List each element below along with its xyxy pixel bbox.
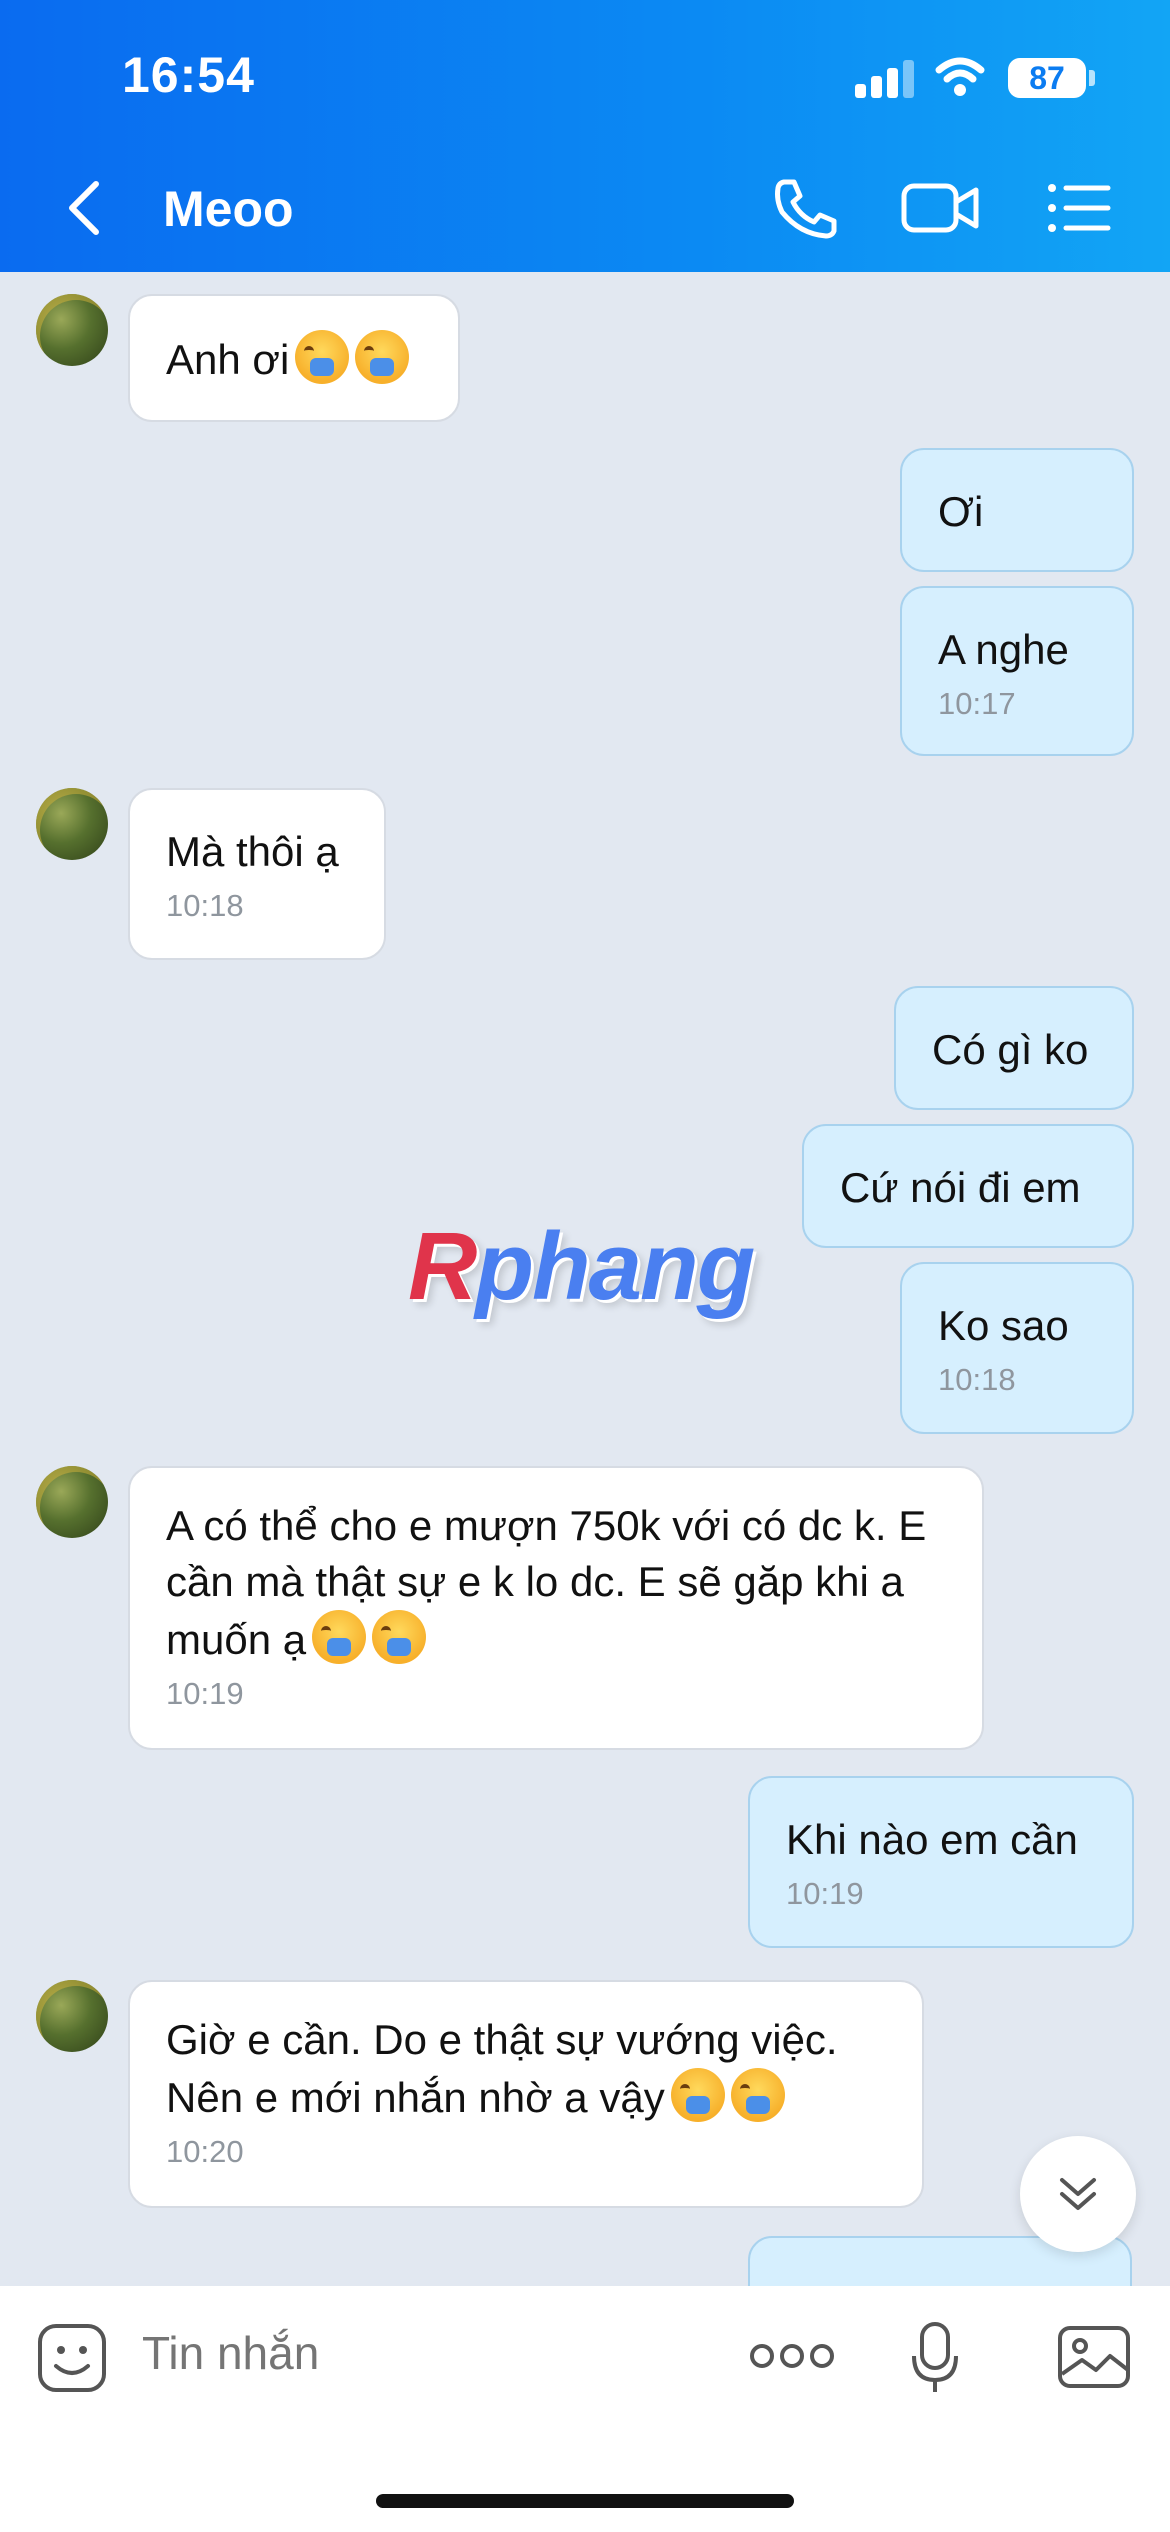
message-time: 10:19 bbox=[786, 1876, 864, 1911]
message-text: Có gì ko bbox=[932, 1026, 1089, 1073]
message-text: A có thể cho e mượn 750k với có dc k. E … bbox=[166, 1502, 927, 1663]
wifi-icon bbox=[935, 57, 985, 96]
incoming-message[interactable]: Mà thôi ạ 10:18 bbox=[128, 788, 386, 960]
message-time: 10:19 bbox=[166, 1676, 244, 1711]
outgoing-message[interactable]: Ơi bbox=[900, 448, 1134, 572]
signal-icon bbox=[855, 58, 915, 98]
battery-tip bbox=[1089, 70, 1095, 86]
contact-avatar[interactable] bbox=[36, 294, 108, 366]
message-time: 10:17 bbox=[938, 686, 1016, 721]
message-time: 10:20 bbox=[166, 2134, 244, 2169]
double-chevron-down-icon bbox=[1060, 2178, 1096, 2210]
message-text: A nghe bbox=[938, 626, 1069, 673]
outgoing-message[interactable]: Khi nào em cần 10:19 bbox=[748, 1776, 1134, 1948]
image-gallery-icon[interactable] bbox=[1056, 2324, 1132, 2390]
contact-avatar[interactable] bbox=[36, 1980, 108, 2052]
status-time: 16:54 bbox=[122, 47, 255, 103]
watermark-logo: Rphang bbox=[408, 1213, 755, 1320]
sticker-icon[interactable] bbox=[36, 2322, 108, 2394]
incoming-message[interactable]: Giờ e cần. Do e thật sự vướng việc. Nên … bbox=[128, 1980, 924, 2208]
phone-call-icon[interactable] bbox=[770, 176, 840, 240]
scroll-to-bottom-button[interactable] bbox=[1020, 2136, 1136, 2252]
message-text: Mà thôi ạ bbox=[166, 828, 339, 875]
crying-emoji-icon bbox=[670, 2068, 725, 2122]
message-text: Ko sao bbox=[938, 1302, 1069, 1349]
outgoing-message[interactable]: Có gì ko bbox=[894, 986, 1134, 1110]
microphone-icon[interactable] bbox=[910, 2320, 960, 2396]
menu-list-icon[interactable] bbox=[1046, 176, 1112, 240]
message-text: Khi nào em cần bbox=[786, 1816, 1078, 1863]
crying-emoji-icon bbox=[295, 330, 350, 384]
battery-indicator: 87 bbox=[1008, 58, 1086, 98]
message-time: 10:18 bbox=[166, 888, 244, 923]
contact-avatar[interactable] bbox=[36, 788, 108, 860]
message-time: 10:18 bbox=[938, 1362, 1016, 1397]
message-input[interactable] bbox=[142, 2326, 702, 2380]
outgoing-message[interactable]: Ko sao 10:18 bbox=[900, 1262, 1134, 1434]
message-text: Cứ nói đi em bbox=[840, 1164, 1081, 1211]
chat-title[interactable]: Meoo bbox=[163, 180, 294, 238]
more-options-icon[interactable] bbox=[748, 2338, 836, 2374]
back-arrow-icon[interactable] bbox=[62, 178, 106, 238]
message-text: Anh ơi bbox=[166, 336, 290, 383]
video-call-icon[interactable] bbox=[900, 176, 980, 240]
home-indicator[interactable] bbox=[376, 2494, 794, 2508]
outgoing-message[interactable]: Cứ nói đi em bbox=[802, 1124, 1134, 1248]
outgoing-message[interactable]: A nghe 10:17 bbox=[900, 586, 1134, 756]
crying-emoji-icon bbox=[312, 1610, 367, 1664]
crying-emoji-icon bbox=[730, 2068, 785, 2122]
crying-emoji-icon bbox=[355, 330, 410, 384]
incoming-message[interactable]: Anh ơi bbox=[128, 294, 460, 422]
contact-avatar[interactable] bbox=[36, 1466, 108, 1538]
crying-emoji-icon bbox=[372, 1610, 427, 1664]
chat-header: 16:54 87 Meoo bbox=[0, 0, 1170, 272]
message-text: Ơi bbox=[938, 488, 984, 535]
incoming-message[interactable]: A có thể cho e mượn 750k với có dc k. E … bbox=[128, 1466, 984, 1750]
